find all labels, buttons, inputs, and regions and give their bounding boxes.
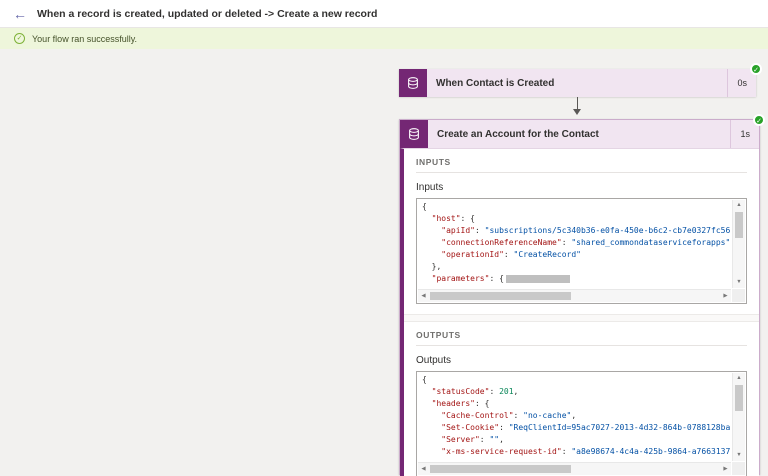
connector-arrow-icon (573, 97, 581, 115)
scroll-down-icon[interactable]: ▼ (733, 450, 745, 461)
dataverse-icon (399, 69, 427, 97)
action-title: Create an Account for the Contact (437, 128, 599, 140)
scrollbar-corner (732, 462, 745, 475)
section-gap (404, 314, 759, 322)
dataverse-icon (400, 120, 428, 148)
banner-message: Your flow ran successfully. (32, 33, 138, 44)
vertical-scrollbar[interactable]: ▲ ▼ (732, 373, 745, 461)
scrollbar-corner (732, 289, 745, 302)
success-banner: ✓ Your flow ran successfully. (0, 28, 768, 49)
action-card-header[interactable]: Create an Account for the Contact 1s (400, 120, 759, 148)
scroll-up-icon[interactable]: ▲ (733, 200, 745, 211)
scroll-down-icon[interactable]: ▼ (733, 277, 745, 288)
scroll-left-icon[interactable]: ◀ (418, 463, 429, 475)
action-success-badge: ✓ (753, 114, 765, 126)
outputs-code: { "statusCode": 201, "headers": { "Cache… (422, 374, 730, 460)
back-arrow-icon[interactable]: ← (13, 7, 27, 21)
inputs-heading: INPUTS (416, 157, 451, 167)
horizontal-scrollbar-thumb[interactable] (430, 292, 571, 300)
outputs-section: OUTPUTS Outputs { "statusCode": 201, "he… (404, 322, 759, 476)
page-title: When a record is created, updated or del… (37, 7, 378, 20)
top-bar: ← When a record is created, updated or d… (0, 0, 768, 28)
vertical-scrollbar-thumb[interactable] (735, 212, 743, 238)
success-check-icon: ✓ (14, 33, 25, 44)
vertical-scrollbar-thumb[interactable] (735, 385, 743, 411)
section-divider (416, 345, 747, 346)
action-card: Create an Account for the Contact 1s ✓ I… (399, 114, 765, 476)
inputs-section: INPUTS Inputs { "host": { "apiId": "subs… (404, 149, 759, 314)
trigger-success-badge: ✓ (750, 63, 762, 75)
horizontal-scrollbar[interactable]: ◀ ▶ (418, 289, 731, 302)
inputs-code-box: { "host": { "apiId": "subscriptions/5c34… (416, 198, 747, 304)
action-card-body: INPUTS Inputs { "host": { "apiId": "subs… (400, 148, 759, 476)
inputs-label: Inputs (416, 182, 444, 193)
scroll-right-icon[interactable]: ▶ (720, 290, 731, 302)
flow-canvas: When Contact is Created 0s ✓ Create an A… (0, 49, 768, 476)
scroll-right-icon[interactable]: ▶ (720, 463, 731, 475)
inputs-code: { "host": { "apiId": "subscriptions/5c34… (422, 201, 730, 287)
outputs-heading: OUTPUTS (416, 330, 461, 340)
trigger-card[interactable]: When Contact is Created 0s ✓ (399, 63, 762, 97)
trigger-title: When Contact is Created (436, 77, 555, 89)
scroll-up-icon[interactable]: ▲ (733, 373, 745, 384)
outputs-label: Outputs (416, 355, 452, 366)
section-divider (416, 172, 747, 173)
vertical-scrollbar[interactable]: ▲ ▼ (732, 200, 745, 288)
trigger-card-header[interactable]: When Contact is Created 0s (399, 69, 756, 97)
horizontal-scrollbar-thumb[interactable] (430, 465, 571, 473)
scroll-left-icon[interactable]: ◀ (418, 290, 429, 302)
flow-run-screen: ← When a record is created, updated or d… (0, 0, 768, 476)
horizontal-scrollbar[interactable]: ◀ ▶ (418, 462, 731, 475)
outputs-code-box: { "statusCode": 201, "headers": { "Cache… (416, 371, 747, 476)
